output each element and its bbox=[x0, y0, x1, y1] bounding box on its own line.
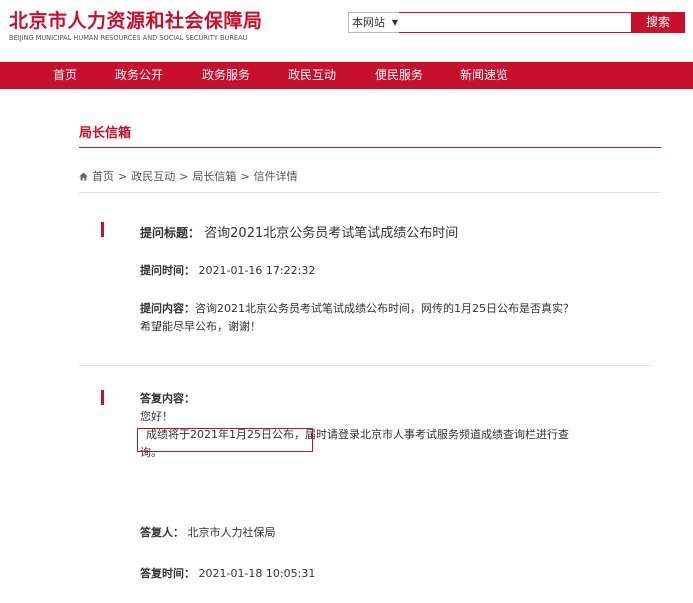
nav-item-convenience[interactable]: 便民服务 bbox=[375, 62, 423, 89]
question-time-value: 2021-01-16 17:22:32 bbox=[198, 264, 316, 277]
main-nav: 首页 政务公开 政务服务 政民互动 便民服务 新闻速览 bbox=[0, 62, 693, 89]
answer-rest-line1: ，届时请登录北京市人事考试服务频道成绩查询栏进行查 bbox=[294, 428, 569, 441]
question-content-label: 提问内容： bbox=[140, 302, 195, 315]
breadcrumb: 首页 > 政民互动 > 局长信箱 > 信件详情 bbox=[79, 168, 298, 184]
nav-item-government-affairs[interactable]: 政务公开 bbox=[115, 62, 163, 89]
search-scope-label: 本网站 bbox=[352, 16, 385, 29]
nav-item-news[interactable]: 新闻速览 bbox=[460, 62, 508, 89]
nav-item-home[interactable]: 首页 bbox=[53, 62, 77, 89]
search-input[interactable] bbox=[399, 12, 636, 33]
answer-content-label: 答复内容： bbox=[140, 392, 195, 405]
question-title-value: 咨询2021北京公务员考试笔试成绩公布时间 bbox=[204, 226, 459, 241]
answer-replier: 答复人： 北京市人力社保局 bbox=[140, 524, 276, 540]
question-marker bbox=[101, 222, 104, 237]
question-time: 提问时间： 2021-01-16 17:22:32 bbox=[140, 262, 315, 278]
section-separator bbox=[79, 365, 653, 366]
site-header: 北京市人力资源和社会保障局 BEIJING MUNICIPAL HUMAN RE… bbox=[0, 0, 693, 60]
nav-item-government-services[interactable]: 政务服务 bbox=[202, 62, 250, 89]
breadcrumb-item-interaction[interactable]: 政民互动 bbox=[131, 170, 175, 183]
breadcrumb-separator: > bbox=[179, 170, 189, 183]
answer-greeting: 您好！ bbox=[140, 410, 173, 423]
answer-replier-label: 答复人： bbox=[140, 526, 184, 539]
breadcrumb-item-home[interactable]: 首页 bbox=[92, 170, 114, 183]
breadcrumb-divider bbox=[79, 192, 661, 193]
breadcrumb-item-mailbox[interactable]: 局长信箱 bbox=[192, 170, 236, 183]
breadcrumb-separator: > bbox=[240, 170, 250, 183]
answer-replier-value: 北京市人力社保局 bbox=[187, 526, 276, 539]
answer-marker bbox=[101, 390, 104, 405]
answer-time-value: 2021-01-18 10:05:31 bbox=[198, 567, 316, 580]
answer-time: 答复时间： 2021-01-18 10:05:31 bbox=[140, 565, 315, 581]
question-content-line1: 咨询2021北京公务员考试笔试成绩公布时间，网传的1月25日公布是否真实？ bbox=[195, 302, 574, 315]
breadcrumb-item-letter-detail: 信件详情 bbox=[253, 170, 298, 183]
site-subtitle: BEIJING MUNICIPAL HUMAN RESOURCES AND SO… bbox=[9, 34, 248, 42]
question-content: 提问内容：咨询2021北京公务员考试笔试成绩公布时间，网传的1月25日公布是否真… bbox=[140, 300, 620, 336]
nav-item-interaction[interactable]: 政民互动 bbox=[288, 62, 336, 89]
section-divider bbox=[79, 147, 661, 148]
search-scope-select[interactable]: 本网站 ▼ bbox=[348, 12, 400, 33]
search-button[interactable]: 搜索 bbox=[631, 12, 685, 33]
question-title: 提问标题： 咨询2021北京公务员考试笔试成绩公布时间 bbox=[140, 222, 458, 241]
breadcrumb-separator: > bbox=[118, 170, 128, 183]
question-title-label: 提问标题： bbox=[140, 226, 201, 240]
answer-time-label: 答复时间： bbox=[140, 567, 195, 580]
highlight-annotation-box bbox=[137, 428, 313, 452]
question-time-label: 提问时间： bbox=[140, 264, 195, 277]
search-bar: 本网站 ▼ 搜索 bbox=[348, 12, 685, 33]
question-content-line2: 希望能尽早公布，谢谢！ bbox=[140, 320, 261, 333]
chevron-down-icon: ▼ bbox=[391, 18, 398, 27]
site-title[interactable]: 北京市人力资源和社会保障局 bbox=[9, 6, 263, 33]
section-title: 局长信箱 bbox=[79, 126, 132, 141]
home-icon bbox=[79, 172, 88, 181]
